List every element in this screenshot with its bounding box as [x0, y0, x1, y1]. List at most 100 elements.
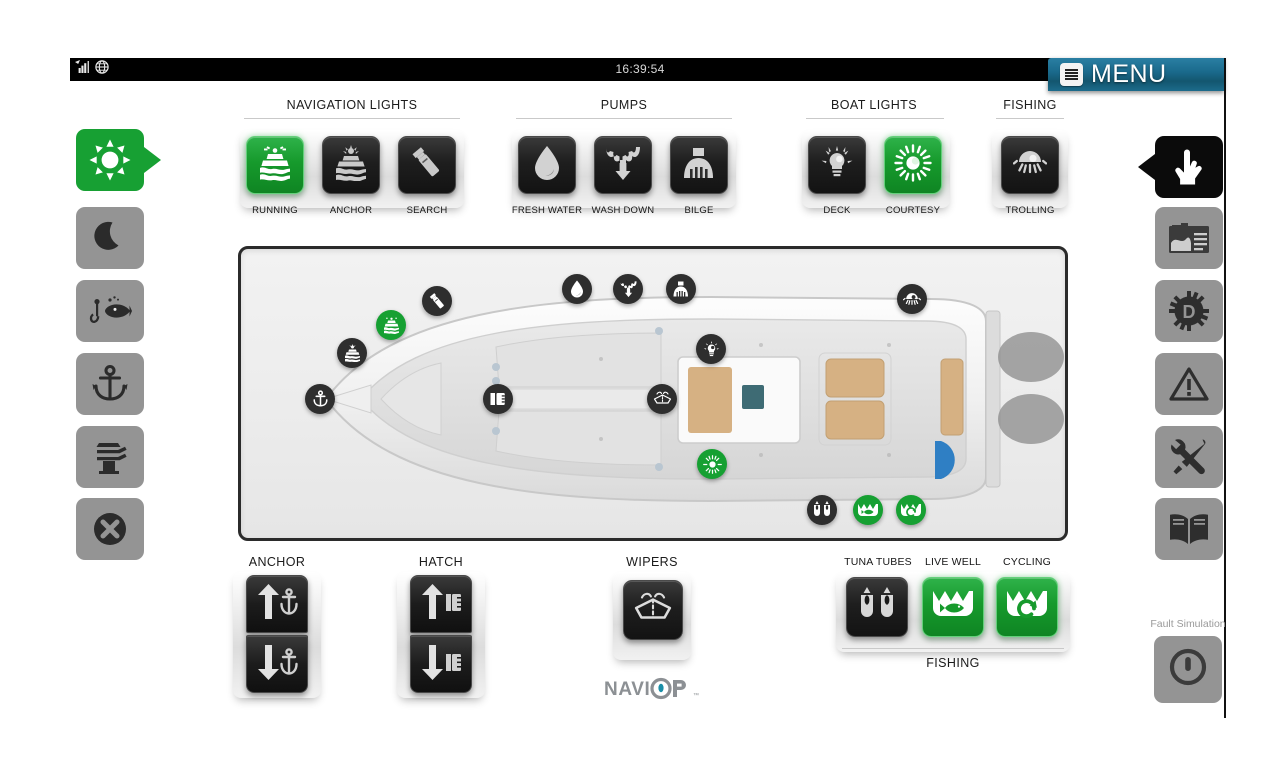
badge-trolling[interactable] [897, 284, 927, 314]
button-label-fresh-water: FRESH WATER [511, 205, 583, 216]
status-bar: 16:39:54 [70, 58, 1210, 81]
app-screen: 16:39:54 MENU D NAVIGATION LIGHTS RUNNIN… [0, 0, 1280, 758]
button-label-cycling: CYCLING [1002, 556, 1052, 568]
button-tuna-tubes[interactable] [846, 577, 908, 637]
bollard-cleat-icon [90, 437, 130, 477]
badge-courtesy[interactable] [697, 449, 727, 479]
group-title-wipers: WIPERS [626, 555, 678, 569]
button-label-live-well: LIVE WELL [924, 556, 982, 568]
fishing-footer-rule [842, 648, 1064, 649]
button-label-bilge: BILGE [684, 205, 714, 216]
button-wash-down-pump[interactable] [594, 136, 652, 194]
windshield-wiper-icon [653, 391, 672, 407]
hamburger-menu-icon [1060, 63, 1083, 86]
live-well-cycling-icon [900, 502, 922, 519]
button-hatch-up[interactable] [410, 575, 472, 633]
badge-wash-down[interactable] [613, 274, 643, 304]
x-circle-icon [90, 509, 130, 549]
button-label-deck: DECK [823, 205, 851, 216]
deck-light-bulb-icon [820, 145, 854, 185]
anchor-icon [91, 364, 129, 404]
button-hatch-down[interactable] [410, 635, 472, 693]
active-panel-pointer [1138, 154, 1155, 180]
button-search-light[interactable] [398, 136, 456, 194]
svg-text:NAVI: NAVI [604, 679, 650, 700]
button-label-anchor: ANCHOR [329, 205, 373, 216]
sidebar-item-manual-book[interactable] [1155, 498, 1223, 560]
water-drop-icon [570, 280, 584, 298]
group-rule [996, 118, 1064, 119]
fault-simulation-button[interactable] [1154, 636, 1222, 703]
live-well-fish-icon [857, 502, 879, 519]
button-label-tuna-tubes: TUNA TUBES [844, 556, 912, 568]
button-fresh-water-pump[interactable] [518, 136, 576, 194]
badge-search-light[interactable] [422, 286, 452, 316]
badge-live-well[interactable] [853, 495, 883, 525]
windshield-wiper-icon [633, 591, 673, 630]
button-bilge-pump[interactable] [670, 136, 728, 194]
trolling-light-icon [903, 291, 921, 308]
sidebar-item-diagnostics[interactable]: D [1155, 280, 1223, 342]
button-cycling[interactable] [996, 577, 1058, 637]
group-title-anchor: ANCHOR [248, 555, 306, 569]
moon-icon [91, 219, 129, 257]
wrench-screwdriver-icon [1169, 437, 1209, 477]
badge-wipers[interactable] [647, 384, 677, 414]
button-deck-light[interactable] [808, 136, 866, 194]
group-title-pumps: PUMPS [600, 98, 648, 112]
live-well-fish-icon [931, 588, 975, 627]
courtesy-light-icon [894, 143, 932, 187]
button-running-lights[interactable] [246, 136, 304, 194]
button-trolling-light[interactable] [1001, 136, 1059, 194]
badge-fresh-water[interactable] [562, 274, 592, 304]
vessel-diagram[interactable] [238, 246, 1068, 541]
group-title-navigation-lights: NAVIGATION LIGHTS [286, 98, 418, 112]
button-anchor-down[interactable] [246, 635, 308, 693]
fish-hook-icon [88, 291, 132, 331]
sidebar-item-docking-mode[interactable] [76, 426, 144, 488]
badge-tuna-tubes[interactable] [807, 495, 837, 525]
button-anchor-up[interactable] [246, 575, 308, 633]
wash-down-icon [603, 145, 643, 186]
sidebar-item-all-off[interactable] [76, 498, 144, 560]
sidebar-item-day-mode[interactable] [76, 129, 161, 191]
button-anchor-light[interactable] [322, 136, 380, 194]
gear-d-icon: D [1169, 291, 1209, 331]
sidebar-item-anchor-mode[interactable] [76, 353, 144, 415]
badge-hatch[interactable] [483, 384, 513, 414]
bilge-pump-icon [672, 281, 690, 297]
badge-anchor-light[interactable] [337, 338, 367, 368]
svg-text:™: ™ [693, 692, 699, 699]
arrow-up-anchor-icon [254, 583, 300, 626]
active-mode-pointer [144, 147, 161, 173]
button-label-trolling: TROLLING [1005, 205, 1055, 216]
bilge-pump-icon [681, 147, 717, 184]
sidebar-item-alarms[interactable] [1155, 353, 1223, 415]
badge-running-light[interactable] [376, 310, 406, 340]
button-courtesy-light[interactable] [884, 136, 942, 194]
hand-pointer-icon [1171, 147, 1207, 187]
arrow-down-anchor-icon [254, 643, 300, 686]
sidebar-item-gauges[interactable] [1155, 207, 1223, 269]
deck-light-bulb-icon [703, 340, 720, 358]
button-live-well[interactable] [922, 577, 984, 637]
running-lights-icon [382, 316, 401, 334]
badge-bilge[interactable] [666, 274, 696, 304]
live-well-cycling-icon [1005, 588, 1049, 627]
courtesy-light-icon [702, 454, 722, 474]
badge-anchor[interactable] [305, 384, 335, 414]
badge-deck-light[interactable] [696, 334, 726, 364]
button-wipers[interactable] [623, 580, 683, 640]
arrow-up-hatch-icon [418, 583, 464, 626]
tuna-tubes-icon [812, 501, 832, 519]
running-lights-icon [256, 145, 294, 186]
sidebar-item-settings[interactable] [1155, 426, 1223, 488]
open-book-icon [1168, 512, 1210, 546]
badge-cycling[interactable] [896, 495, 926, 525]
sidebar-item-night-mode[interactable] [76, 207, 144, 269]
trolling-light-icon [1012, 147, 1048, 184]
menu-button[interactable]: MENU [1048, 58, 1224, 91]
sidebar-item-fishing-mode[interactable] [76, 280, 144, 342]
flashlight-icon [428, 292, 447, 311]
sidebar-item-manual-control[interactable] [1138, 136, 1223, 198]
